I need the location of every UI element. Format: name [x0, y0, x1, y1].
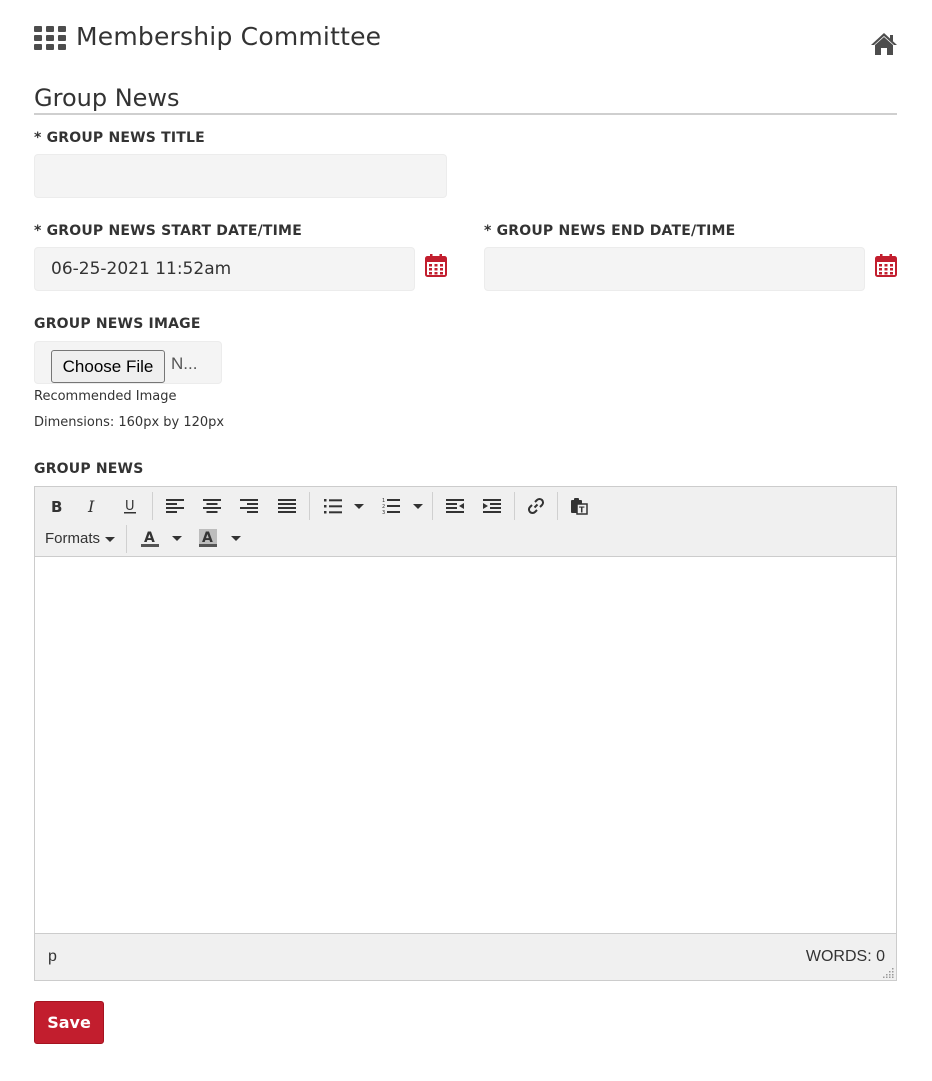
- align-right-icon: [240, 499, 258, 513]
- paste-text-icon: T: [571, 498, 588, 515]
- section-divider: [34, 113, 897, 115]
- indent-icon: [483, 499, 501, 513]
- text-color-dropdown-icon[interactable]: [172, 536, 182, 541]
- formats-dropdown-icon[interactable]: [105, 537, 115, 542]
- align-right-button[interactable]: [235, 493, 263, 519]
- indent-button[interactable]: [478, 493, 506, 519]
- svg-text:U: U: [125, 499, 135, 514]
- resize-handle-icon[interactable]: [882, 966, 894, 978]
- app-title: Membership Committee: [76, 22, 382, 51]
- italic-icon: I: [87, 498, 95, 514]
- align-left-button[interactable]: [161, 493, 189, 519]
- align-justify-button[interactable]: [273, 493, 301, 519]
- section-title: Group News: [34, 84, 180, 112]
- align-left-icon: [166, 499, 184, 513]
- home-icon[interactable]: [870, 32, 898, 56]
- news-title-label: * GROUP NEWS TITLE: [34, 130, 205, 146]
- numbered-list-icon: 123: [382, 498, 400, 515]
- outdent-icon: [446, 499, 464, 513]
- text-color-button[interactable]: A: [136, 525, 164, 551]
- start-calendar-icon[interactable]: [425, 254, 447, 277]
- start-datetime-label: * GROUP NEWS START DATE/TIME: [34, 223, 302, 239]
- bold-button[interactable]: B: [42, 493, 70, 519]
- bullet-list-icon: [324, 499, 342, 514]
- bold-icon: B: [51, 498, 62, 514]
- align-center-button[interactable]: [198, 493, 226, 519]
- file-status-text: N...: [171, 354, 198, 373]
- editor-statusbar: p WORDS: 0: [35, 933, 896, 980]
- file-upload-field: Choose File N...: [34, 341, 222, 384]
- underline-button[interactable]: U: [116, 493, 144, 519]
- start-datetime-input[interactable]: 06-25-2021 11:52am: [34, 247, 415, 291]
- paste-text-button[interactable]: T: [565, 493, 593, 519]
- outdent-button[interactable]: [441, 493, 469, 519]
- end-datetime-label: * GROUP NEWS END DATE/TIME: [484, 223, 736, 239]
- svg-text:B: B: [51, 498, 62, 514]
- news-title-input[interactable]: [34, 154, 447, 198]
- svg-text:A: A: [202, 530, 213, 546]
- insert-link-button[interactable]: [522, 493, 550, 519]
- word-count: WORDS: 0: [805, 948, 885, 965]
- rich-text-editor: B I U 123 T Formats A A p WORDS: 0: [34, 486, 897, 981]
- svg-text:3: 3: [382, 510, 385, 515]
- underline-icon: U: [124, 499, 136, 514]
- link-icon: [527, 497, 545, 515]
- editor-content-area[interactable]: [35, 557, 896, 933]
- bullet-list-dropdown-icon[interactable]: [354, 504, 364, 509]
- image-help-line1: Recommended Image: [34, 389, 177, 404]
- end-calendar-icon[interactable]: [875, 254, 897, 277]
- news-image-label: GROUP NEWS IMAGE: [34, 316, 201, 332]
- background-color-dropdown-icon[interactable]: [231, 536, 241, 541]
- svg-text:I: I: [87, 498, 95, 514]
- choose-file-button[interactable]: Choose File: [51, 350, 165, 383]
- formats-label: Formats: [45, 530, 101, 547]
- italic-button[interactable]: I: [79, 493, 107, 519]
- background-color-button[interactable]: A: [194, 525, 222, 551]
- numbered-list-button[interactable]: 123: [377, 493, 405, 519]
- bullet-list-button[interactable]: [319, 493, 347, 519]
- svg-text:A: A: [144, 530, 155, 546]
- save-button[interactable]: Save: [34, 1001, 104, 1044]
- align-center-icon: [203, 499, 221, 513]
- numbered-list-dropdown-icon[interactable]: [413, 504, 423, 509]
- end-datetime-input[interactable]: [484, 247, 865, 291]
- background-color-icon: A: [199, 529, 217, 547]
- align-justify-icon: [278, 499, 296, 513]
- apps-grid-icon[interactable]: [34, 26, 66, 50]
- text-color-icon: A: [141, 530, 159, 547]
- editor-toolbar: B I U 123 T Formats A A: [35, 487, 896, 557]
- page-header: Membership Committee: [34, 22, 898, 58]
- formats-dropdown[interactable]: Formats: [45, 530, 100, 547]
- image-help-line2: Dimensions: 160px by 120px: [34, 415, 225, 430]
- group-news-label: GROUP NEWS: [34, 461, 144, 477]
- element-path[interactable]: p: [48, 948, 57, 966]
- svg-text:T: T: [579, 506, 585, 515]
